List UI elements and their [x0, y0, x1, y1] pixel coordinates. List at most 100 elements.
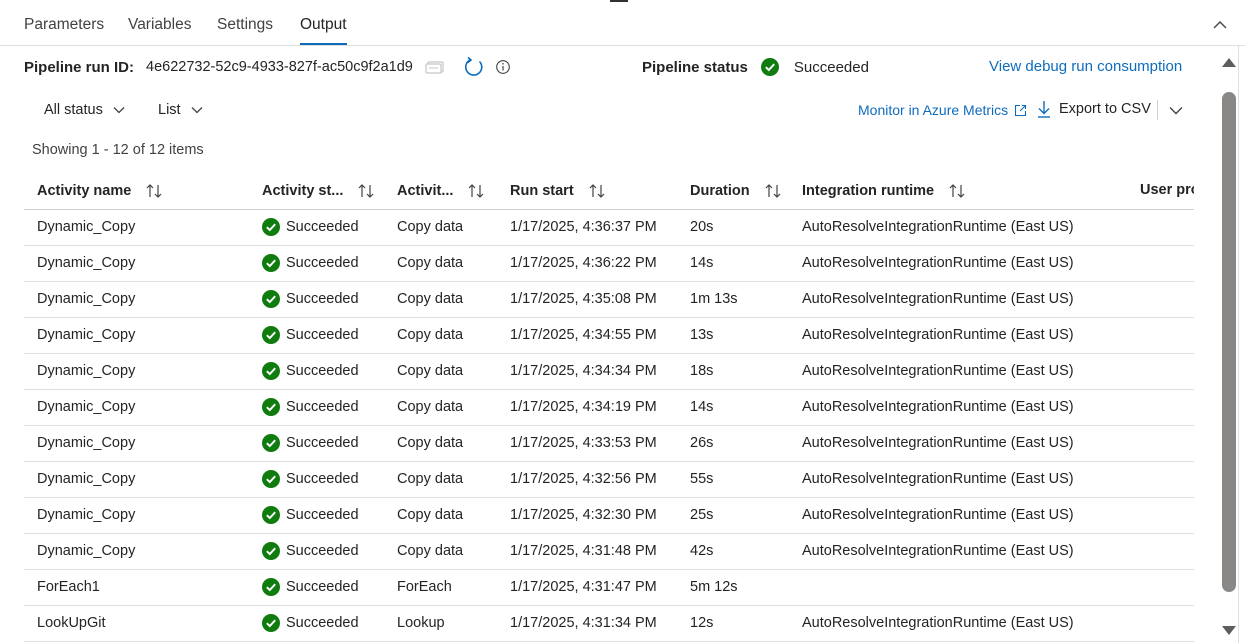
success-check-icon — [262, 218, 280, 236]
table-row[interactable]: Dynamic_Copy Succeeded Copy data 1/17/2025,… — [24, 534, 1194, 570]
scrollbar-thumb[interactable] — [1222, 92, 1236, 592]
integration-runtime-cell: AutoResolveIntegrationRuntime (East US) — [802, 435, 1074, 451]
sort-icon[interactable] — [145, 182, 163, 200]
integration-runtime-cell: AutoResolveIntegrationRuntime (East US) — [802, 327, 1074, 343]
integration-runtime-cell: AutoResolveIntegrationRuntime (East US) — [802, 615, 1074, 631]
item-count-text: Showing 1 - 12 of 12 items — [32, 142, 204, 158]
column-label: Duration — [690, 183, 750, 199]
table-row[interactable]: Dynamic_Copy Succeeded Copy data 1/17/2025,… — [24, 318, 1194, 354]
sort-icon[interactable] — [764, 182, 782, 200]
run-start-cell: 1/17/2025, 4:31:48 PM — [510, 543, 657, 559]
duration-cell: 13s — [690, 327, 714, 343]
integration-runtime-cell: AutoResolveIntegrationRuntime (East US) — [802, 399, 1074, 415]
success-check-icon — [262, 326, 280, 344]
column-label: User pro — [1140, 182, 1194, 198]
column-header-run-start[interactable]: Run start — [510, 182, 606, 200]
tab-parameters[interactable]: Parameters — [24, 16, 104, 34]
table-row[interactable]: Dynamic_Copy Succeeded Copy data 1/17/2025,… — [24, 390, 1194, 426]
activity-type-cell: Copy data — [397, 255, 464, 271]
column-header-activity-type[interactable]: Activit... — [397, 182, 485, 200]
status-text: Succeeded — [286, 399, 359, 415]
sort-icon[interactable] — [357, 182, 375, 200]
run-start-cell: 1/17/2025, 4:35:08 PM — [510, 291, 657, 307]
pipeline-run-id-value: 4e622732-52c9-4933-827f-ac50c9f2a1d9 — [146, 59, 413, 75]
monitor-link-label: Monitor in Azure Metrics — [858, 102, 1009, 118]
table-row[interactable]: Dynamic_Copy Succeeded Copy data 1/17/2025,… — [24, 498, 1194, 534]
activity-name-cell: Dynamic_Copy — [37, 471, 136, 487]
success-check-icon — [262, 614, 280, 632]
success-check-icon — [262, 542, 280, 560]
column-header-user-properties[interactable]: User pro — [1140, 182, 1194, 198]
sort-icon[interactable] — [948, 182, 966, 200]
status-text: Succeeded — [286, 435, 359, 451]
table-row[interactable]: Dynamic_Copy Succeeded Copy data 1/17/2025,… — [24, 246, 1194, 282]
refresh-button[interactable] — [463, 56, 485, 78]
run-start-cell: 1/17/2025, 4:32:30 PM — [510, 507, 657, 523]
status-filter-dropdown[interactable]: All status — [44, 102, 125, 118]
view-filter-label: List — [158, 102, 181, 118]
panel-border — [1238, 46, 1239, 643]
activity-name-cell: Dynamic_Copy — [37, 507, 136, 523]
status-text: Succeeded — [286, 615, 359, 631]
duration-cell: 1m 13s — [690, 291, 738, 307]
chevron-down-icon — [1169, 106, 1183, 114]
run-info-button[interactable] — [495, 59, 511, 75]
run-start-cell: 1/17/2025, 4:34:19 PM — [510, 399, 657, 415]
column-header-activity-name[interactable]: Activity name — [37, 182, 163, 200]
activity-type-cell: Lookup — [397, 615, 445, 631]
run-start-cell: 1/17/2025, 4:31:47 PM — [510, 579, 657, 595]
column-header-activity-status[interactable]: Activity st... — [262, 182, 375, 200]
activity-name-cell: Dynamic_Copy — [37, 219, 136, 235]
sort-icon[interactable] — [467, 182, 485, 200]
tab-settings[interactable]: Settings — [217, 16, 273, 34]
success-check-icon — [262, 506, 280, 524]
open-external-icon — [1015, 104, 1027, 116]
pipeline-run-id-label: Pipeline run ID: — [24, 58, 135, 76]
vertical-scrollbar[interactable] — [1215, 46, 1245, 643]
collapse-panel-button[interactable] — [1208, 14, 1232, 34]
copy-run-id-button[interactable] — [425, 60, 445, 74]
table-row[interactable]: Dynamic_Copy Succeeded Copy data 1/17/2025,… — [24, 354, 1194, 390]
success-check-icon — [262, 434, 280, 452]
pipeline-run-id-row: Pipeline run ID: 4e622732-52c9-4933-827f… — [24, 56, 511, 78]
export-options-button[interactable] — [1166, 103, 1186, 117]
success-check-icon — [262, 578, 280, 596]
activity-type-cell: Copy data — [397, 327, 464, 343]
monitor-in-azure-metrics-link[interactable]: Monitor in Azure Metrics — [858, 102, 1027, 118]
scroll-down-arrow-icon[interactable] — [1222, 626, 1236, 635]
table-row[interactable]: ForEach1 Succeeded ForEach 1/17/2025, 4:31:… — [24, 570, 1194, 606]
activity-type-cell: Copy data — [397, 507, 464, 523]
status-text: Succeeded — [286, 507, 359, 523]
tab-variables[interactable]: Variables — [128, 16, 191, 34]
activity-name-cell: Dynamic_Copy — [37, 255, 136, 271]
duration-cell: 42s — [690, 543, 714, 559]
activity-status-cell: Succeeded — [262, 218, 359, 236]
sort-icon[interactable] — [588, 182, 606, 200]
view-filter-dropdown[interactable]: List — [158, 102, 203, 118]
activity-name-cell: Dynamic_Copy — [37, 363, 136, 379]
activity-status-cell: Succeeded — [262, 542, 359, 560]
column-header-integration-runtime[interactable]: Integration runtime — [802, 182, 966, 200]
integration-runtime-cell: AutoResolveIntegrationRuntime (East US) — [802, 363, 1074, 379]
column-label: Activity st... — [262, 183, 344, 199]
info-icon — [496, 60, 510, 74]
activity-type-cell: Copy data — [397, 543, 464, 559]
chevron-down-icon — [191, 107, 203, 114]
export-to-csv-button[interactable]: Export to CSV — [1036, 100, 1151, 118]
table-row[interactable]: Dynamic_Copy Succeeded Copy data 1/17/2025,… — [24, 282, 1194, 318]
activity-name-cell: Dynamic_Copy — [37, 327, 136, 343]
table-row[interactable]: LookUpGit Succeeded Lookup 1/17/2025, 4:31:… — [24, 606, 1194, 642]
table-row[interactable]: Dynamic_Copy Succeeded Copy data 1/17/2025,… — [24, 462, 1194, 498]
integration-runtime-cell: AutoResolveIntegrationRuntime (East US) — [802, 543, 1074, 559]
scroll-up-arrow-icon[interactable] — [1222, 58, 1236, 67]
refresh-icon — [464, 56, 483, 76]
duration-cell: 14s — [690, 399, 714, 415]
activity-status-cell: Succeeded — [262, 470, 359, 488]
column-header-duration[interactable]: Duration — [690, 182, 782, 200]
table-row[interactable]: Dynamic_Copy Succeeded Copy data 1/17/2025,… — [24, 426, 1194, 462]
view-debug-run-consumption-link[interactable]: View debug run consumption — [989, 58, 1182, 75]
activity-status-cell: Succeeded — [262, 326, 359, 344]
activity-type-cell: Copy data — [397, 291, 464, 307]
table-row[interactable]: Dynamic_Copy Succeeded Copy data 1/17/2025,… — [24, 210, 1194, 246]
tab-output[interactable]: Output — [300, 16, 347, 45]
